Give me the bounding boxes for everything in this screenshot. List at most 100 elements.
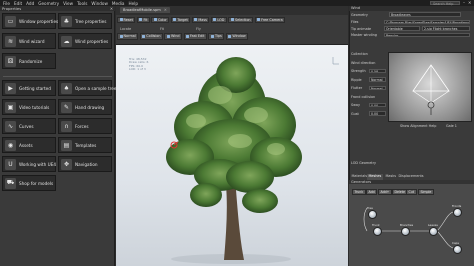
tile-templates[interactable]: ▤ Templates xyxy=(58,137,112,153)
tile-label: Randomize xyxy=(19,58,43,64)
tile-hand-drawing[interactable]: ✎ Hand drawing xyxy=(58,99,112,115)
generator-cut-button[interactable]: Cut xyxy=(406,189,417,195)
wind-field-value[interactable]: 0.00 xyxy=(369,111,386,116)
toolbar-icon xyxy=(119,18,123,22)
tab-masks[interactable]: Masks xyxy=(384,174,398,180)
generator-node-trunk[interactable] xyxy=(373,227,382,236)
wind-header: Wind xyxy=(349,6,474,11)
toolbar-button-label: Fit xyxy=(143,17,148,22)
wind-field-label: Strength xyxy=(351,69,366,73)
tile-assets[interactable]: ◉ Assets xyxy=(2,137,56,153)
curves-icon: ∿ xyxy=(5,120,16,132)
toolbar-button-label: Tips xyxy=(214,34,222,39)
wind-field-value[interactable]: Normal xyxy=(369,77,386,82)
generator-node-leaves[interactable] xyxy=(429,227,438,236)
toolbar-color-button[interactable]: Color xyxy=(151,16,170,23)
tree-dropdown[interactable]: Broadleaves xyxy=(389,12,461,17)
tile-wind-properties[interactable]: ☁ Wind properties xyxy=(58,33,112,49)
tile-getting-started[interactable]: ▶ Getting started xyxy=(2,80,56,96)
minimize-icon[interactable]: – xyxy=(463,0,466,5)
toolbar-wind-button[interactable]: Wind xyxy=(164,33,183,40)
wind-subtab[interactable]: Gale 1 xyxy=(446,124,457,128)
generator-add-button[interactable]: Add xyxy=(366,189,378,195)
generator-node-label: Leaves xyxy=(428,223,438,227)
toolbar-target-button[interactable]: Target xyxy=(170,16,191,23)
toolbar-icon xyxy=(142,34,146,38)
magnet-icon: ∩ xyxy=(61,120,72,132)
field-extra[interactable]: 2-sig Flight branches xyxy=(422,26,470,31)
close-tab-icon[interactable]: ✕ xyxy=(164,8,167,12)
toolbar-mass-button[interactable]: Mass xyxy=(191,16,210,23)
tile-open-a-sample-tree[interactable]: ♠ Open a sample tree xyxy=(58,80,116,96)
generator-trunk-button[interactable]: Trunk xyxy=(352,189,366,195)
wind-field-value[interactable]: 0.00 xyxy=(369,102,386,108)
toolbar-reset-button[interactable]: Reset xyxy=(117,16,136,23)
wind-icon: ≋ xyxy=(5,35,16,47)
field-value[interactable]: Orientable xyxy=(384,26,420,31)
wind-field-label: Collection xyxy=(351,52,368,56)
3d-viewport[interactable] xyxy=(116,45,348,266)
toolbar-icon xyxy=(166,34,170,38)
toolbar-normal-button[interactable]: Normal xyxy=(117,33,139,40)
toolbar-tips-button[interactable]: Tips xyxy=(208,33,225,40)
toolbar-icon xyxy=(186,34,190,38)
wind-field-value[interactable]: Normal xyxy=(369,85,386,91)
generator-add--button[interactable]: Add+ xyxy=(378,189,392,195)
toolbar-icon xyxy=(153,18,157,22)
generator-simple-button[interactable]: Simple xyxy=(418,189,434,195)
wind-subtab[interactable]: Show Alignment Help xyxy=(400,124,436,128)
pen-icon: ✎ xyxy=(61,101,72,113)
assets-icon: ◉ xyxy=(5,139,16,151)
generator-node-fronds[interactable] xyxy=(453,208,462,217)
field-label: Master winding xyxy=(351,33,377,37)
toolbar-collision-button[interactable]: Collision xyxy=(139,33,163,40)
toolbar-button-label: Normal xyxy=(123,34,136,39)
field-value[interactable]: Regular xyxy=(384,32,470,38)
toolbar-button-label: Wind xyxy=(170,34,180,39)
toolbar-free-camera-button[interactable]: Free Camera xyxy=(254,16,286,23)
tile-tree-properties[interactable]: ♣ Tree properties xyxy=(58,13,112,29)
generator-node-branches[interactable] xyxy=(401,227,410,236)
toolbar-icon xyxy=(139,18,143,22)
tab-meshes[interactable]: Meshes xyxy=(367,174,383,180)
tile-curves[interactable]: ∿ Curves xyxy=(2,118,56,134)
toolbar-icon xyxy=(210,34,214,38)
geometry-label: Geometry xyxy=(351,12,368,17)
wind-field-value[interactable]: 0.58 xyxy=(369,68,386,74)
tile-wind-wizard[interactable]: ≋ Wind wizard xyxy=(2,33,56,49)
close-icon[interactable]: ✕ xyxy=(468,0,472,5)
toolbar-icon xyxy=(119,34,123,38)
tile-working-with-ue4[interactable]: U Working with UE4 xyxy=(2,156,56,172)
tab-displacements[interactable]: Displacements xyxy=(397,174,425,180)
tile-window-properties[interactable]: ▭ Window properties xyxy=(2,13,58,29)
toolbar-button-label: Target xyxy=(177,17,188,22)
tile-label: Wind properties xyxy=(75,38,109,44)
toolbar-icon xyxy=(228,34,232,38)
toolbar-icon xyxy=(257,18,261,22)
tile-forces[interactable]: ∩ Forces xyxy=(58,118,112,134)
toolbar-window-button[interactable]: Window xyxy=(225,33,249,40)
generator-node-tree[interactable] xyxy=(368,210,377,219)
toolbar-group-label: Fly xyxy=(196,26,201,31)
toolbar-lod-button[interactable]: LOD xyxy=(210,16,227,23)
toolbar-fit-button[interactable]: Fit xyxy=(136,16,150,23)
tile-navigation[interactable]: ✥ Navigation xyxy=(58,156,112,172)
generator-node-caps[interactable] xyxy=(453,245,462,254)
field-value[interactable]: C:/Program Files/SpeedTree/Samples/UE4/B… xyxy=(384,19,470,25)
tile-randomize[interactable]: ⚄ Randomize xyxy=(2,53,56,69)
tile-video-tutorials[interactable]: ▣ Video tutorials xyxy=(2,99,56,115)
ue4-icon: U xyxy=(5,158,16,170)
toolbar-selection-button[interactable]: Selection xyxy=(228,16,254,23)
tile-label: Forces xyxy=(75,123,89,129)
search-input[interactable]: Search Help xyxy=(430,0,460,5)
file-tab[interactable]: BroadleafMobile.spm ✕ xyxy=(120,7,170,14)
wind-field-label: Wind direction xyxy=(351,60,376,65)
toolbar-fast-edit-button[interactable]: Fast Edit xyxy=(183,33,207,40)
toolbar-group-label: Fit xyxy=(160,26,164,31)
close-icon[interactable]: ✕ xyxy=(110,6,113,11)
wind-preview[interactable] xyxy=(388,52,472,122)
tab-materials[interactable]: Materials xyxy=(350,174,369,180)
tile-shop-for-models[interactable]: ⛟ Shop for models xyxy=(2,175,56,191)
stat-line: LOD: 1 of 3 xyxy=(129,67,146,72)
divider xyxy=(3,76,112,77)
